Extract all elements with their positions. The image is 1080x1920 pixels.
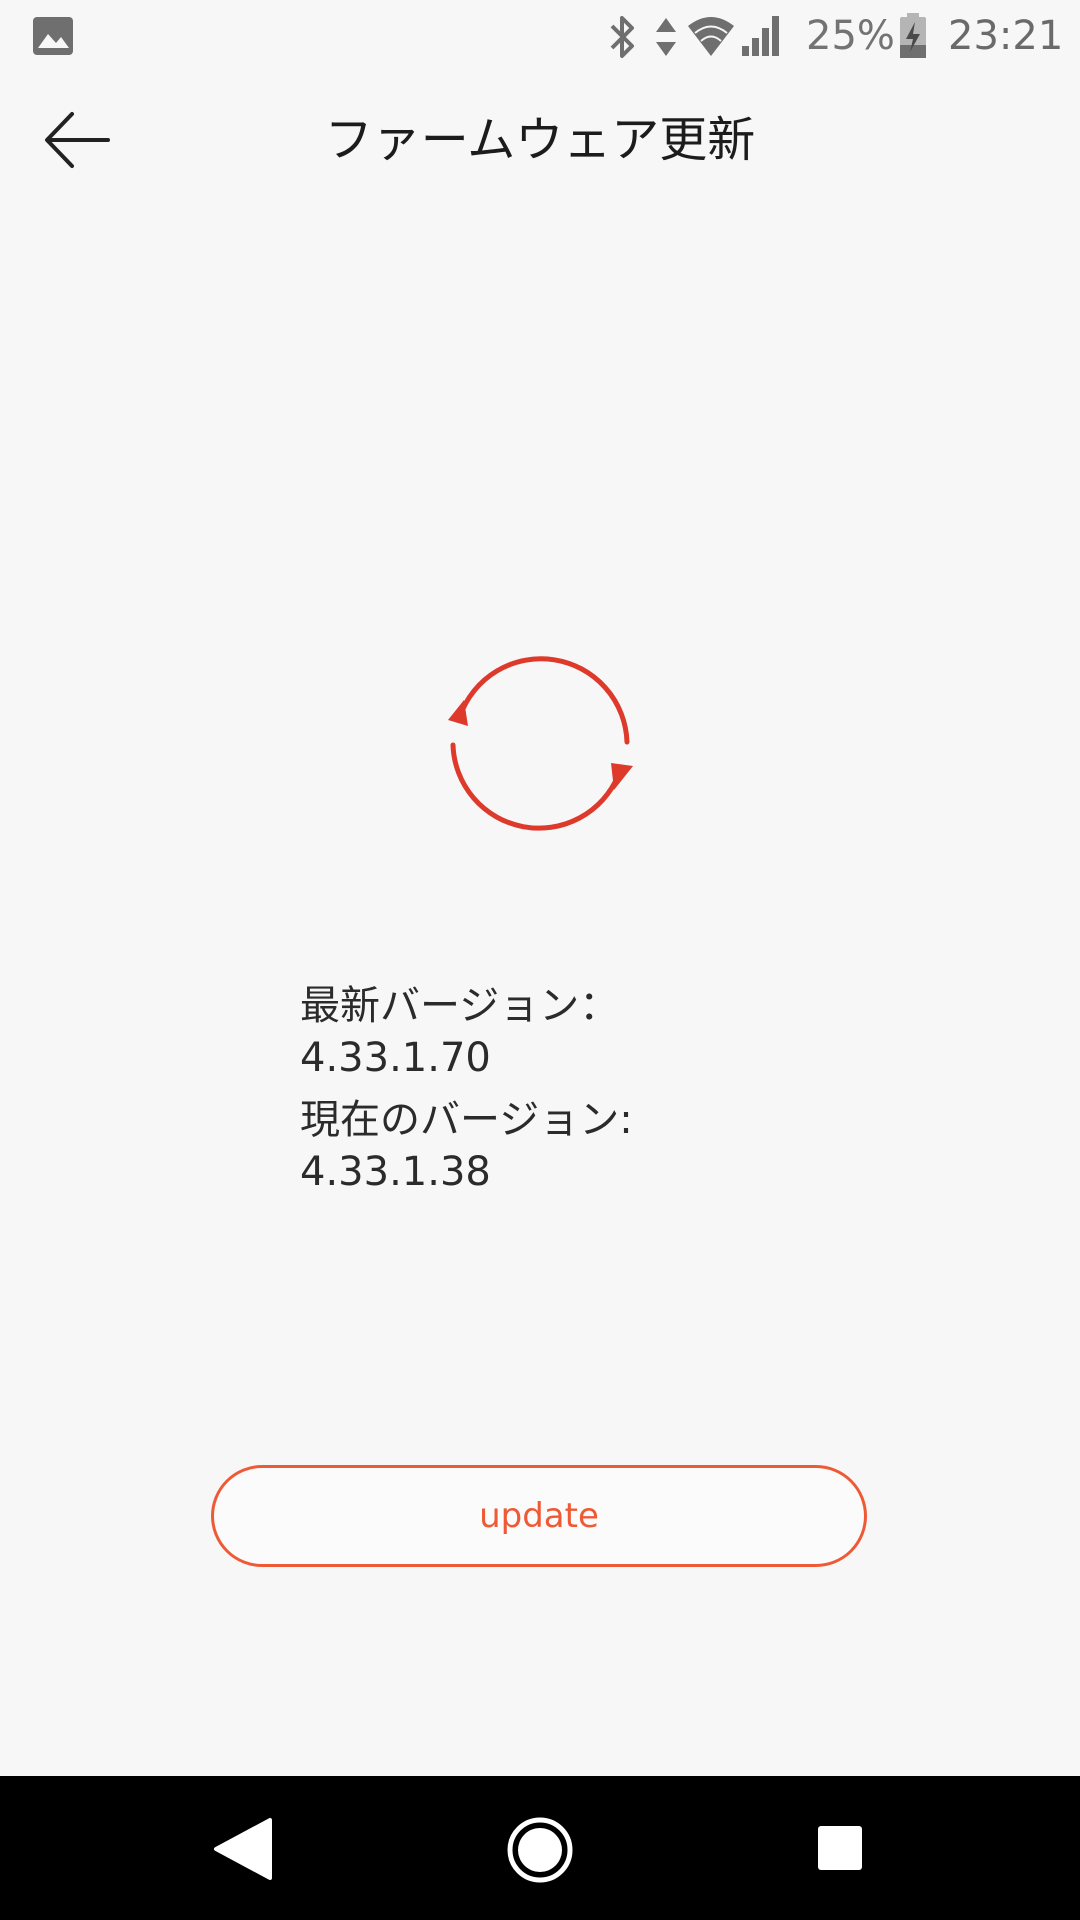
wifi-icon	[688, 17, 734, 56]
sync-icon	[448, 656, 633, 831]
gallery-icon	[33, 17, 73, 55]
nav-back-icon[interactable]	[210, 1816, 276, 1882]
current-version: 現在のバージョン: 4.33.1.38	[300, 1094, 633, 1198]
latest-version: 最新バージョン： 4.33.1.70	[300, 980, 633, 1084]
nav-recents-icon[interactable]	[816, 1824, 864, 1872]
nav-home-icon[interactable]	[506, 1816, 574, 1884]
navigation-bar	[0, 1776, 1080, 1920]
status-clock: 23:21	[948, 13, 1064, 59]
version-info: 最新バージョン： 4.33.1.70 現在のバージョン: 4.33.1.38	[300, 980, 633, 1208]
cell-signal-icon	[742, 16, 779, 56]
current-version-value: 4.33.1.38	[300, 1149, 491, 1195]
page-title: ファームウェア更新	[324, 112, 756, 168]
bluetooth-icon	[610, 16, 634, 58]
data-transfer-icon	[656, 18, 676, 56]
app-bar: ファームウェア更新	[0, 72, 1080, 202]
latest-version-label: 最新バージョン：	[300, 983, 620, 1029]
update-button[interactable]: update	[211, 1465, 867, 1567]
status-bar: 25% 23:21	[0, 0, 1080, 72]
current-version-label: 現在のバージョン:	[300, 1097, 633, 1143]
battery-charging-icon	[900, 13, 926, 58]
latest-version-value: 4.33.1.70	[300, 1035, 491, 1081]
battery-percentage: 25%	[806, 13, 895, 59]
